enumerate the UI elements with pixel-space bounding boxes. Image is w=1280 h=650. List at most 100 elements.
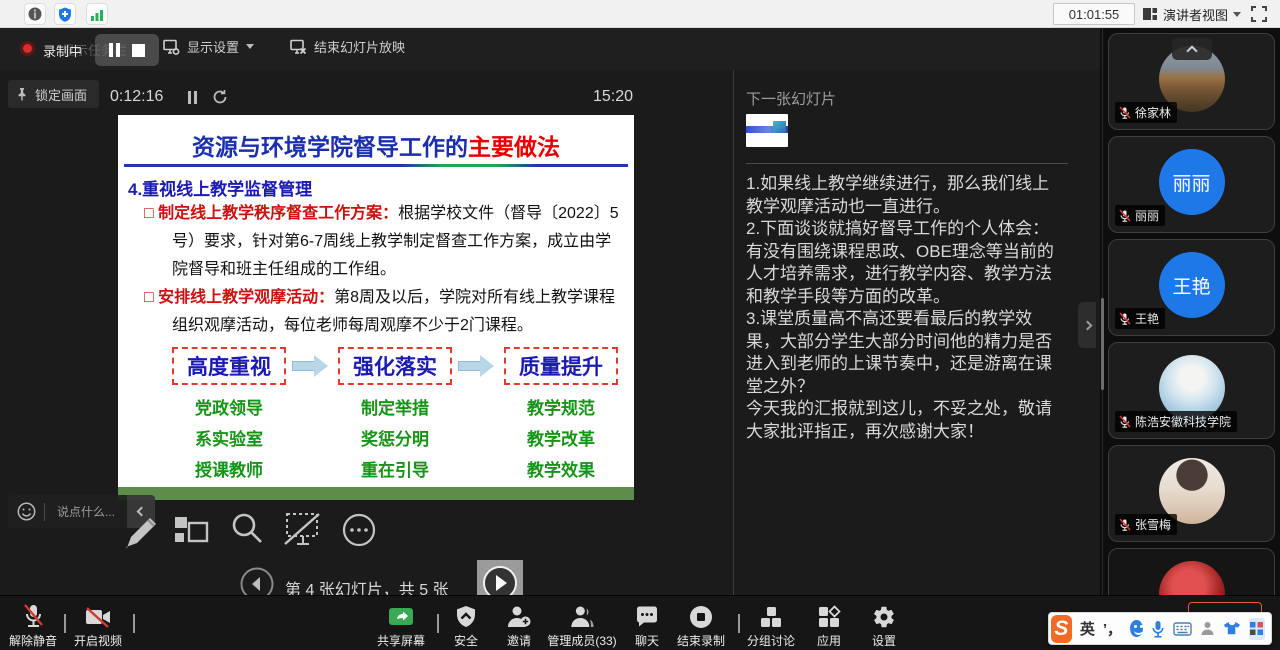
- next-slide-thumbnail[interactable]: [746, 114, 788, 147]
- participant-name: 陈浩安徽科技学院: [1115, 411, 1237, 432]
- stop-recording-label: 结束录制: [677, 632, 725, 649]
- ime-keyboard-icon[interactable]: [1173, 622, 1192, 636]
- timer-restart-button[interactable]: [212, 89, 228, 105]
- security-button[interactable]: 安全: [454, 603, 478, 649]
- start-video-button[interactable]: 开启视频: [74, 603, 122, 649]
- participant-name-text: 丽丽: [1135, 207, 1159, 224]
- flow-column: 教学规范 教学改革 教学效果: [486, 393, 636, 486]
- ime-emoji-icon[interactable]: [1130, 620, 1143, 637]
- flow-box: 高度重视: [172, 347, 286, 385]
- presenter-main-area: 锁定画面 0:12:16 15:20 资源与环境学院督导工作的主要做法 4.重视…: [0, 70, 733, 595]
- participant-tile[interactable]: 丽丽 丽丽: [1108, 136, 1275, 233]
- note-paragraph: 1.如果线上教学继续进行，那么我们线上教学观摩活动也一直进行。: [746, 173, 1064, 218]
- mic-muted-icon: [1118, 518, 1131, 531]
- share-screen-icon: [377, 603, 425, 629]
- invite-button[interactable]: 邀请: [506, 603, 532, 649]
- timer-pause-button[interactable]: [188, 91, 197, 104]
- flow-column: 党政领导 系实验室 授课教师: [154, 393, 304, 486]
- settings-label: 设置: [872, 632, 896, 649]
- participant-name-text: 张雪梅: [1135, 516, 1171, 533]
- record-options-chevron[interactable]: [738, 616, 740, 634]
- signal-bars-icon[interactable]: [86, 3, 108, 25]
- start-video-label: 开启视频: [74, 632, 122, 649]
- slide-bullet: □ 安排线上教学观摩活动：第8周及以后，学院对所有线上教学课程组织观摩活动，每位…: [128, 284, 626, 340]
- ime-logo-icon[interactable]: S: [1051, 615, 1072, 643]
- apps-button[interactable]: 应用: [817, 603, 841, 649]
- chat-bubble-icon: [635, 603, 659, 629]
- title-underline: [124, 164, 628, 167]
- mic-muted-icon: [1118, 106, 1131, 119]
- pause-recording-button[interactable]: [109, 43, 120, 57]
- emoji-icon[interactable]: [8, 502, 44, 521]
- mic-muted-icon: [1118, 209, 1131, 222]
- avatar: 丽丽: [1159, 149, 1225, 215]
- participant-tile[interactable]: 陈浩安徽科技学院: [1108, 342, 1275, 439]
- shield-plus-icon[interactable]: [54, 3, 76, 25]
- video-options-chevron[interactable]: [133, 616, 135, 634]
- slide-heading: 4.重视线上教学监督管理: [128, 175, 312, 200]
- ime-punctuation-toggle[interactable]: ’，: [1103, 618, 1122, 639]
- slide-title-red: 主要做法: [468, 134, 560, 160]
- settings-button[interactable]: 设置: [872, 603, 896, 649]
- info-icon[interactable]: [24, 3, 46, 25]
- share-options-chevron[interactable]: [437, 616, 439, 634]
- recording-status-label: 录制中: [43, 41, 82, 60]
- note-paragraph: 2.下面谈谈就搞好督导工作的个人体会：有没有围绕课程思政、OBE理念等当前的人才…: [746, 218, 1064, 308]
- slide-sorter-button[interactable]: [173, 510, 211, 548]
- chat-button[interactable]: 聊天: [635, 603, 659, 649]
- flow-column: 制定举措 奖惩分明 重在引导: [320, 393, 470, 486]
- manage-members-button[interactable]: 管理成员(33): [547, 603, 616, 649]
- breakout-blocks-icon: [747, 603, 795, 629]
- stop-recording-button[interactable]: 结束录制: [677, 603, 725, 649]
- lock-screen-button[interactable]: 锁定画面: [8, 80, 99, 108]
- share-screen-button[interactable]: 共享屏幕: [377, 603, 425, 649]
- ime-skin-icon[interactable]: [1223, 621, 1241, 636]
- flow-box: 强化落实: [338, 347, 452, 385]
- participant-name: 王艳: [1115, 308, 1165, 329]
- stop-recording-button[interactable]: [132, 44, 145, 57]
- ime-toolbox-icon[interactable]: [1249, 618, 1265, 640]
- invite-label: 邀请: [506, 632, 532, 649]
- participant-name-text: 王艳: [1135, 310, 1159, 327]
- note-paragraph: 3.课堂质量高不高还要看最后的教学效果，大部分学生大部分时间他的精力是否进入到老…: [746, 308, 1064, 398]
- participant-tile[interactable]: 徐家林: [1108, 33, 1275, 130]
- ime-person-icon[interactable]: [1200, 621, 1215, 636]
- avatar-initials: 丽丽: [1172, 169, 1210, 196]
- participant-tile[interactable]: 王艳 王艳: [1108, 239, 1275, 336]
- end-slideshow-label: 结束幻灯片放映: [314, 37, 405, 56]
- participant-tile[interactable]: 张雪梅: [1108, 445, 1275, 542]
- display-settings-button[interactable]: 显示设置: [163, 37, 254, 56]
- breakout-rooms-label: 分组讨论: [747, 632, 795, 649]
- slide-footer-bar: [118, 487, 634, 500]
- laser-pointer-button[interactable]: [281, 510, 323, 548]
- meeting-duration: 01:01:55: [1053, 3, 1135, 25]
- mic-muted-icon: [1118, 415, 1131, 428]
- collapse-videos-button[interactable]: [1172, 38, 1212, 60]
- system-titlebar: 01:01:55 演讲者视图: [0, 0, 1280, 28]
- chat-label: 聊天: [635, 632, 659, 649]
- recording-dot-icon: [20, 41, 35, 56]
- unmute-button[interactable]: 解除静音: [9, 603, 57, 649]
- mic-muted-icon: [9, 603, 57, 629]
- participant-name-text: 陈浩安徽科技学院: [1135, 413, 1231, 430]
- more-tools-button[interactable]: [341, 512, 377, 548]
- view-mode-button[interactable]: 演讲者视图: [1142, 3, 1241, 25]
- scrollbar-thumb[interactable]: [1101, 298, 1104, 390]
- ime-mic-icon[interactable]: [1151, 620, 1165, 638]
- note-paragraph: 今天我的汇报就到这儿，不妥之处，敬请大家批评指正，再次感谢大家！: [746, 398, 1064, 443]
- chat-input[interactable]: 说点什么...: [45, 503, 127, 520]
- avatar: 王艳: [1159, 252, 1225, 318]
- sidebar-collapse-button[interactable]: [1078, 302, 1096, 348]
- end-slideshow-button[interactable]: 结束幻灯片放映: [290, 37, 405, 56]
- zoom-tool-button[interactable]: [228, 510, 266, 548]
- flow-box: 质量提升: [504, 347, 618, 385]
- pin-icon: [16, 87, 28, 101]
- wall-clock: 15:20: [585, 88, 633, 106]
- breakout-rooms-button[interactable]: 分组讨论: [747, 603, 795, 649]
- pen-tool-button[interactable]: [118, 502, 158, 554]
- fullscreen-icon[interactable]: [1250, 5, 1268, 23]
- chevron-up-icon: [1186, 45, 1197, 56]
- bullet-label: □ 安排线上教学观摩活动：: [144, 289, 334, 306]
- mic-options-chevron[interactable]: [64, 616, 66, 634]
- ime-language-toggle[interactable]: 英: [1080, 618, 1095, 639]
